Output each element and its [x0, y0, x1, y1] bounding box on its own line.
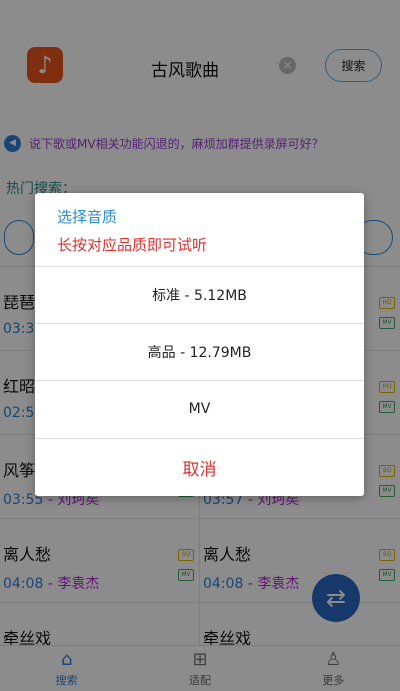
quality-option-mv[interactable]: MV — [35, 380, 364, 437]
quality-option-high[interactable]: 高品 - 12.79MB — [35, 323, 364, 380]
dialog-hint: 长按对应品质即可试听 — [57, 236, 208, 254]
cancel-button[interactable]: 取消 — [35, 438, 364, 496]
dialog-title: 选择音质 — [57, 208, 118, 226]
quality-option-standard[interactable]: 标准 - 5.12MB — [35, 266, 364, 323]
quality-dialog: 选择音质 长按对应品质即可试听 标准 - 5.12MB 高品 - 12.79MB… — [35, 193, 364, 496]
